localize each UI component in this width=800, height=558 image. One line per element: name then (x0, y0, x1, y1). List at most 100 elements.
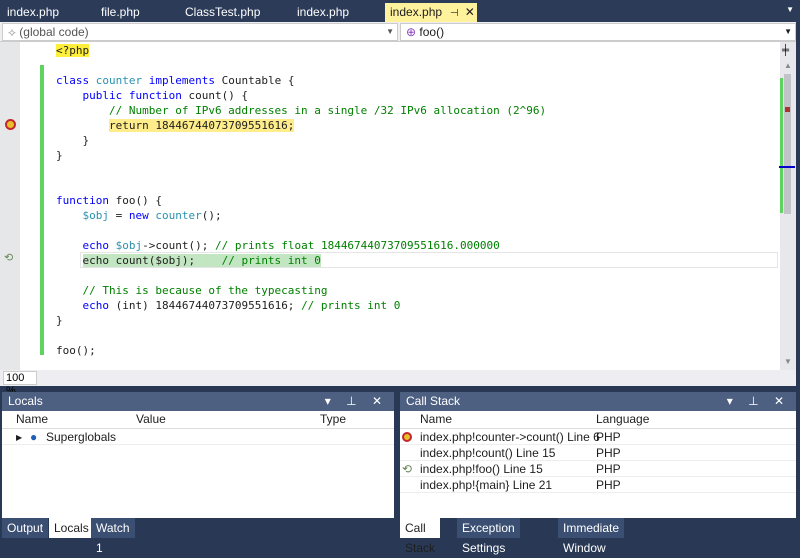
column-language[interactable]: Language (596, 411, 649, 428)
code-line[interactable]: } (56, 313, 63, 328)
code-token: } (56, 314, 63, 327)
scroll-down-icon[interactable]: ▼ (784, 357, 792, 366)
code-token: implements (148, 74, 222, 87)
zoom-dropdown[interactable]: 100 % (3, 371, 37, 397)
column-type[interactable]: Type (320, 411, 346, 428)
frame-language: PHP (596, 478, 621, 492)
call-stack-title: Call Stack (406, 394, 461, 408)
code-token: echo (82, 299, 116, 312)
frame-language: PHP (596, 430, 621, 444)
scope-value: (global code) (19, 25, 89, 39)
return-frame-icon: ⟲ (402, 462, 413, 476)
scroll-thumb[interactable] (784, 74, 791, 214)
code-token: class (56, 74, 96, 87)
code-token: new (128, 209, 156, 222)
call-stack-row[interactable]: index.php!count() Line 15 PHP (400, 445, 796, 461)
frame-name: index.php!{main} Line 21 (420, 478, 553, 492)
panel-controls[interactable]: ▾ ⊥ ✕ (727, 392, 790, 411)
code-line[interactable]: } (56, 148, 63, 163)
global-code-icon: ⟡ (8, 25, 20, 39)
code-editor[interactable]: ⟲ <?php class counter implements Countabl… (0, 42, 796, 370)
code-token: (); (201, 209, 222, 222)
code-line[interactable]: <?php (56, 43, 90, 58)
scroll-up-icon[interactable]: ▲ (784, 61, 792, 70)
code-token: $obj (115, 239, 143, 252)
tab-exception-settings[interactable]: Exception Settings (457, 518, 520, 555)
caret-map-marker (779, 166, 795, 168)
code-line[interactable]: class counter implements Countable { (56, 73, 294, 88)
call-stack-row[interactable]: ⟲ index.php!foo() Line 15 PHP (400, 461, 796, 477)
indicator-margin[interactable] (0, 42, 20, 370)
code-token: = (109, 209, 129, 222)
code-token: counter (155, 209, 202, 222)
vertical-scrollbar[interactable]: ╪ ▲ ▼ (779, 42, 796, 370)
code-line[interactable]: echo $obj->count(); // prints float 1844… (56, 238, 500, 253)
frame-name: index.php!foo() Line 15 (420, 462, 543, 476)
call-stack-header: Call Stack ▾ ⊥ ✕ (400, 392, 796, 411)
code-line[interactable]: return 18446744073709551616; (56, 118, 295, 133)
panel-controls[interactable]: ▾ ⊥ ✕ (325, 392, 388, 411)
code-token: Countable (221, 74, 282, 87)
column-name[interactable]: Name (420, 411, 452, 428)
tab-locals[interactable]: Locals (49, 518, 94, 538)
pin-icon[interactable]: ⊣ (450, 8, 459, 19)
locals-column-headers: Name Value Type (2, 411, 394, 429)
document-tab-strip: index.php file.php ClassTest.php index.p… (0, 0, 800, 22)
call-return-arrow-icon: ⟲ (4, 252, 14, 264)
call-stack-row[interactable]: index.php!counter->count() Line 6 PHP (400, 429, 796, 445)
tab-call-stack[interactable]: Call Stack (400, 518, 441, 555)
locals-panel: Locals ▾ ⊥ ✕ Name Value Type ▶ ● Superglo… (2, 392, 394, 518)
code-line[interactable]: // Number of IPv6 addresses in a single … (56, 103, 546, 118)
locals-title: Locals (8, 394, 43, 408)
chevron-down-icon: ▼ (386, 27, 394, 36)
tab-overflow-chevron-icon[interactable]: ▼ (786, 5, 794, 14)
code-token: // Number of IPv6 addresses in a single … (56, 104, 547, 117)
code-token: (int) 18446744073709551616; (115, 299, 302, 312)
code-line[interactable]: $obj = new counter(); (56, 208, 222, 223)
code-token: // This is because of the typecasting (56, 284, 328, 297)
tab-output[interactable]: Output (2, 518, 49, 538)
zoom-bar: 100 % (0, 370, 796, 397)
tab-index-php-2[interactable]: index.php (292, 3, 377, 22)
code-token: count() { (188, 89, 249, 102)
code-line[interactable]: // This is because of the typecasting (56, 283, 328, 298)
code-line[interactable]: function foo() { (56, 193, 162, 208)
tab-index-php-active[interactable]: index.php ⊣ ✕ (385, 3, 477, 22)
split-icon[interactable]: ╪ (782, 45, 789, 56)
frame-language: PHP (596, 462, 621, 476)
code-line[interactable]: public function count() { (56, 88, 248, 103)
frame-language: PHP (596, 446, 621, 460)
scope-dropdown[interactable]: ⟡ (global code) ▼ (2, 23, 398, 41)
tab-classtest-php[interactable]: ClassTest.php (180, 3, 280, 22)
code-line[interactable]: echo (int) 18446744073709551616; // prin… (56, 298, 401, 313)
horizontal-scrollbar[interactable] (40, 371, 780, 385)
tab-index-php-1[interactable]: index.php (2, 3, 92, 22)
chevron-down-icon: ▼ (784, 27, 792, 36)
code-line[interactable]: } (56, 133, 89, 148)
expand-icon[interactable]: ▶ (16, 429, 22, 446)
code-token: // prints int 0 (221, 254, 321, 267)
function-icon: ⊕ (406, 25, 420, 39)
code-token: // prints int 0 (301, 299, 401, 312)
call-stack-panel: Call Stack ▾ ⊥ ✕ Name Language index.php!… (400, 392, 796, 518)
close-icon[interactable]: ✕ (465, 5, 475, 19)
tab-watch-1[interactable]: Watch 1 (91, 518, 135, 555)
locals-header: Locals ▾ ⊥ ✕ (2, 392, 394, 411)
navigation-bar: ⟡ (global code) ▼ ⊕ foo() ▼ (0, 22, 796, 42)
local-name: Superglobals (46, 430, 117, 444)
member-dropdown[interactable]: ⊕ foo() ▼ (400, 23, 796, 41)
code-line[interactable]: foo(); (56, 343, 96, 358)
current-frame-icon (402, 432, 412, 442)
call-stack-row[interactable]: index.php!{main} Line 21 PHP (400, 477, 796, 493)
column-value[interactable]: Value (136, 411, 166, 428)
code-token: // prints float 18446744073709551616.000… (214, 239, 500, 252)
tab-file-php[interactable]: file.php (96, 3, 176, 22)
code-token: function (56, 194, 116, 207)
tab-immediate-window[interactable]: Immediate Window (558, 518, 625, 555)
tab-label: index.php (390, 5, 443, 19)
column-name[interactable]: Name (16, 411, 48, 428)
locals-row[interactable]: ▶ ● Superglobals (2, 429, 394, 445)
code-line[interactable]: echo count($obj); // prints int 0 (56, 253, 321, 268)
